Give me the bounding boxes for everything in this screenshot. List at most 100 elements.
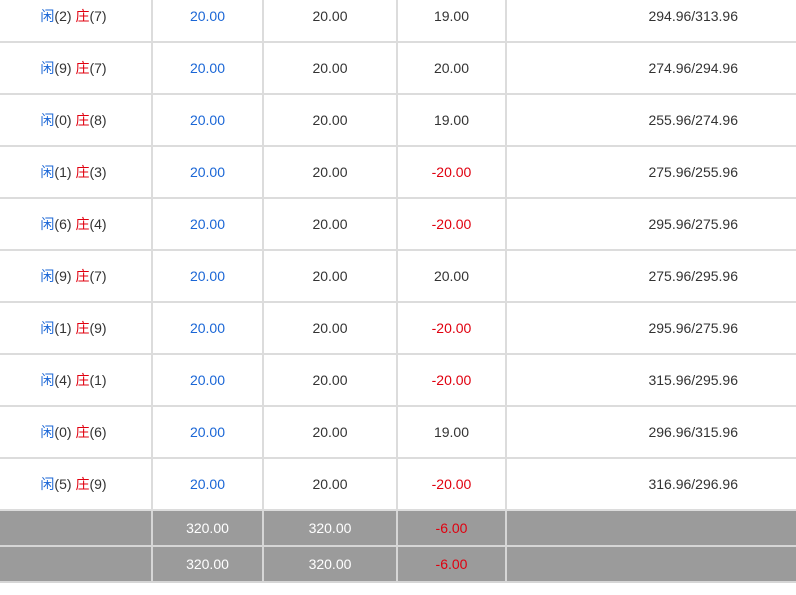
player-label: 闲 (40, 8, 55, 24)
valid-bet-cell: 20.00 (262, 249, 398, 303)
bet-amount-cell: 20.00 (151, 405, 264, 459)
balance-cell: 294.96/313.96 (505, 0, 796, 43)
bet-amount-cell: 20.00 (151, 145, 264, 199)
table-row: 闲(1) 庄(3) 20.00 20.00 -20.00 275.96/255.… (0, 145, 796, 199)
valid-bet-cell: 20.00 (262, 0, 398, 43)
total-win-value: -6.00 (435, 556, 468, 572)
banker-label: 庄 (75, 372, 90, 388)
bet-amount-cell: 20.00 (151, 457, 264, 511)
player-points: (9) (54, 268, 72, 284)
total-row: 320.00 320.00 -6.00 (0, 545, 796, 583)
table-row: 闲(1) 庄(9) 20.00 20.00 -20.00 295.96/275.… (0, 301, 796, 355)
total-win-cell: -6.00 (396, 509, 507, 547)
banker-points: (8) (89, 112, 107, 128)
bet-amount-cell: 20.00 (151, 353, 264, 407)
banker-label: 庄 (75, 8, 90, 24)
banker-label: 庄 (75, 112, 90, 128)
table-row: 闲(5) 庄(9) 20.00 20.00 -20.00 316.96/296.… (0, 457, 796, 511)
valid-bet-cell: 20.00 (262, 41, 398, 95)
table-row: 闲(4) 庄(1) 20.00 20.00 -20.00 315.96/295.… (0, 353, 796, 407)
banker-label: 庄 (75, 476, 90, 492)
player-points: (1) (54, 320, 72, 336)
banker-points: (9) (89, 476, 107, 492)
player-points: (1) (54, 164, 72, 180)
banker-points: (6) (89, 424, 107, 440)
banker-label: 庄 (75, 424, 90, 440)
total-win-value: -6.00 (435, 520, 468, 536)
round-result-cell: 闲(4) 庄(1) (0, 353, 153, 407)
total-label-cell (0, 545, 153, 583)
balance-cell: 315.96/295.96 (505, 353, 796, 407)
banker-label: 庄 (75, 320, 90, 336)
table-row: 闲(9) 庄(7) 20.00 20.00 20.00 275.96/295.9… (0, 249, 796, 303)
banker-label: 庄 (75, 60, 90, 76)
player-label: 闲 (40, 112, 55, 128)
bet-amount-cell: 20.00 (151, 197, 264, 251)
round-result-cell: 闲(9) 庄(7) (0, 249, 153, 303)
win-loss-cell: -20.00 (396, 145, 507, 199)
round-result-cell: 闲(2) 庄(7) (0, 0, 153, 43)
balance-cell: 275.96/255.96 (505, 145, 796, 199)
balance-cell: 275.96/295.96 (505, 249, 796, 303)
table-row: 闲(2) 庄(7) 20.00 20.00 19.00 294.96/313.9… (0, 0, 796, 43)
player-points: (6) (54, 216, 72, 232)
total-balance-cell (505, 509, 796, 547)
total-bet-cell: 320.00 (151, 545, 264, 583)
total-valid-cell: 320.00 (262, 545, 398, 583)
round-result-cell: 闲(6) 庄(4) (0, 197, 153, 251)
win-loss-cell: -20.00 (396, 197, 507, 251)
total-row: 320.00 320.00 -6.00 (0, 509, 796, 547)
player-label: 闲 (40, 216, 55, 232)
win-loss-cell: 19.00 (396, 93, 507, 147)
table-row: 闲(6) 庄(4) 20.00 20.00 -20.00 295.96/275.… (0, 197, 796, 251)
total-bet-cell: 320.00 (151, 509, 264, 547)
table-row: 闲(9) 庄(7) 20.00 20.00 20.00 274.96/294.9… (0, 41, 796, 95)
win-loss-cell: 20.00 (396, 249, 507, 303)
banker-label: 庄 (75, 216, 90, 232)
win-loss-cell: 20.00 (396, 41, 507, 95)
total-label-cell (0, 509, 153, 547)
player-points: (0) (54, 424, 72, 440)
player-label: 闲 (40, 320, 55, 336)
bet-records-body: 闲(2) 庄(7) 20.00 20.00 19.00 294.96/313.9… (0, 0, 796, 583)
round-result-cell: 闲(5) 庄(9) (0, 457, 153, 511)
win-loss-cell: -20.00 (396, 353, 507, 407)
win-loss-cell: -20.00 (396, 301, 507, 355)
total-win-cell: -6.00 (396, 545, 507, 583)
player-label: 闲 (40, 60, 55, 76)
player-label: 闲 (40, 424, 55, 440)
banker-points: (7) (89, 60, 107, 76)
bet-amount-cell: 20.00 (151, 301, 264, 355)
banker-label: 庄 (75, 164, 90, 180)
banker-points: (1) (89, 372, 107, 388)
balance-cell: 255.96/274.96 (505, 93, 796, 147)
valid-bet-cell: 20.00 (262, 457, 398, 511)
player-points: (9) (54, 60, 72, 76)
player-label: 闲 (40, 476, 55, 492)
win-loss-cell: 19.00 (396, 405, 507, 459)
valid-bet-cell: 20.00 (262, 145, 398, 199)
win-loss-cell: -20.00 (396, 457, 507, 511)
round-result-cell: 闲(0) 庄(8) (0, 93, 153, 147)
valid-bet-cell: 20.00 (262, 197, 398, 251)
balance-cell: 295.96/275.96 (505, 197, 796, 251)
banker-points: (4) (89, 216, 107, 232)
bet-records-table: 闲(2) 庄(7) 20.00 20.00 19.00 294.96/313.9… (0, 0, 796, 583)
bet-amount-cell: 20.00 (151, 0, 264, 43)
balance-cell: 296.96/315.96 (505, 405, 796, 459)
bet-amount-cell: 20.00 (151, 41, 264, 95)
table-row: 闲(0) 庄(6) 20.00 20.00 19.00 296.96/315.9… (0, 405, 796, 459)
banker-points: (7) (89, 268, 107, 284)
player-label: 闲 (40, 164, 55, 180)
player-label: 闲 (40, 268, 55, 284)
valid-bet-cell: 20.00 (262, 353, 398, 407)
round-result-cell: 闲(0) 庄(6) (0, 405, 153, 459)
player-points: (2) (54, 8, 72, 24)
round-result-cell: 闲(1) 庄(3) (0, 145, 153, 199)
player-points: (4) (54, 372, 72, 388)
balance-cell: 316.96/296.96 (505, 457, 796, 511)
total-valid-cell: 320.00 (262, 509, 398, 547)
banker-points: (9) (89, 320, 107, 336)
round-result-cell: 闲(9) 庄(7) (0, 41, 153, 95)
valid-bet-cell: 20.00 (262, 301, 398, 355)
